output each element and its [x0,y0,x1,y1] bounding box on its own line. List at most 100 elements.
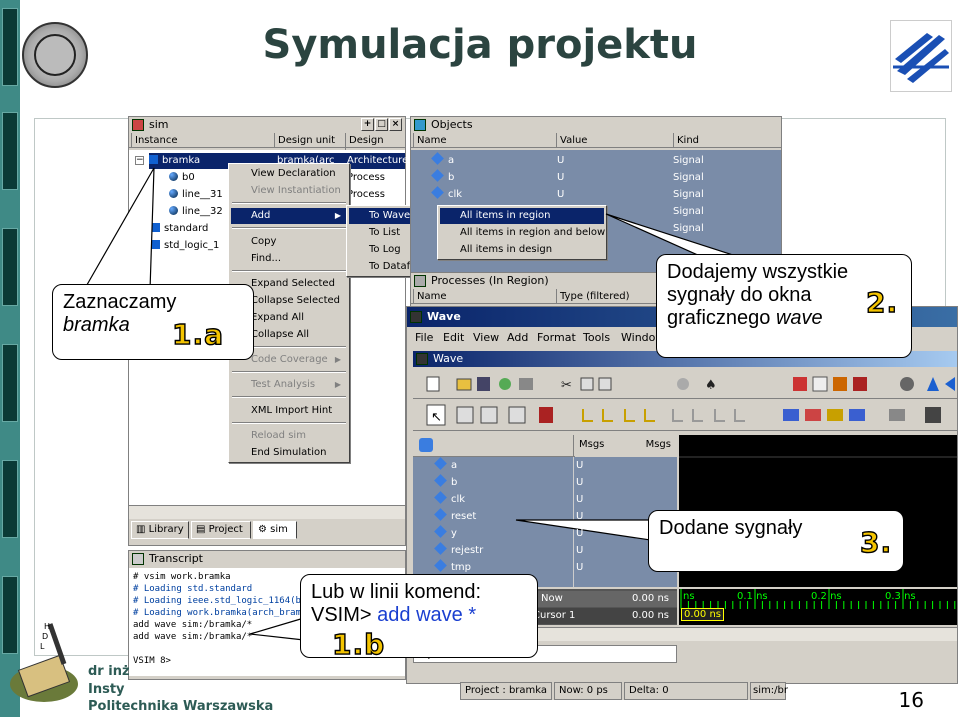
menu-separator [232,202,346,204]
wave-signal-row[interactable]: tmp U [434,559,672,576]
time-tick: 0.1 ns [737,591,768,602]
signal-icon [434,508,447,521]
signal-icon [431,169,444,182]
signal-icon [434,491,447,504]
menu-test-analysis[interactable]: Test Analysis ▶ [231,377,347,393]
sim-title: sim [149,118,169,131]
signal-value: U [576,511,584,522]
step-2-badge: 2. [865,285,899,319]
col-name[interactable]: Name [413,133,555,148]
menu-add[interactable]: Add ▶ [231,208,347,224]
process-icon [169,172,178,181]
step-1b-badge: 1.b [331,627,386,661]
col-value[interactable]: Value [556,133,672,148]
wave-signal-row[interactable]: aU [434,457,672,474]
page-number: 16 [898,688,924,712]
wave-inner-icon [416,353,428,365]
signal-icon [431,152,444,165]
menu-end-simulation[interactable]: End Simulation [231,445,347,461]
signal-value: U [576,545,584,556]
menu-tools[interactable]: Tools [583,328,610,348]
col-name[interactable]: Name [413,289,555,304]
menu-format[interactable]: Format [537,328,576,348]
menu-all-items-in-region[interactable]: All items in region [440,208,604,224]
wave-icon [410,311,422,323]
object-row[interactable]: clk U Signal [431,186,773,203]
menu-view[interactable]: View [473,328,499,348]
processes-icon [414,275,426,287]
signal-menu-icon[interactable] [419,438,433,452]
close-icon[interactable]: × [389,118,402,131]
menu-find[interactable]: Find... [231,251,347,267]
col-design-unit[interactable]: Design unit [274,133,344,148]
menu-reload-sim[interactable]: Reload sim [231,428,347,444]
svg-text:♠: ♠ [705,378,717,393]
signal-value: U [576,460,584,471]
package-icon [151,223,160,232]
step-3-badge: 3. [859,525,893,559]
menu-xml-import-hint[interactable]: XML Import Hint [231,403,347,419]
maximize-icon[interactable]: □ [375,118,388,131]
menu-copy[interactable]: Copy [231,234,347,250]
tree-row-std-logic[interactable]: std_logic_1 [151,238,219,254]
time-tick: 0.2 ns [811,591,842,602]
toolbar-icons[interactable]: ↖ [413,401,957,431]
menu-all-items-in-design[interactable]: All items in design [440,242,604,258]
status-project: Project : bramka [460,682,552,700]
tree-row-line31[interactable]: line__31 Process [169,187,385,203]
wave-signal-row[interactable]: bU [434,474,672,491]
tab-sim[interactable]: ⚙ sim [253,521,297,539]
tab-project[interactable]: ▤ Project [191,521,251,539]
signal-icon [434,457,447,470]
wave-signal-row[interactable]: yU [434,525,672,542]
hdl-logo: H D L [6,622,82,708]
signal-name: y [451,528,457,539]
wave-signal-row[interactable]: clk U [434,491,672,508]
accent-block [2,344,18,422]
slide-accent-bar [0,0,20,717]
now-label: Now [541,593,563,604]
transcript-titlebar[interactable]: Transcript [129,551,405,567]
objects-column-header: Name Value Kind [411,133,781,148]
tree-row-standard[interactable]: standard [151,221,208,237]
signal-name: b [451,477,458,488]
dock-icon[interactable]: + [361,118,374,131]
col-instance[interactable]: Instance [131,133,273,148]
timeline[interactable]: ns 0.1 ns 0.2 ns 0.3 ns 0.00 ns [679,589,957,625]
menu-add-top[interactable]: Add [507,328,528,348]
collapse-toggle-icon[interactable]: − [135,156,144,165]
wave-signal-row[interactable]: reset U [434,508,672,525]
menu-separator [232,422,346,424]
menu-view-declaration[interactable]: View Declaration [231,166,347,182]
wave-signal-row[interactable]: rejestr U [434,542,672,559]
cursor-time-marker[interactable]: 0.00 ns [681,608,724,621]
signal-icon [434,542,447,555]
library-icon: ▥ [136,524,146,535]
sim-titlebar[interactable]: sim + □ × [129,117,405,133]
col-kind[interactable]: Kind [673,133,781,148]
menu-separator [232,396,346,398]
sim-horizontal-scrollbar[interactable] [129,505,405,519]
status-now: Now: 0 ps [554,682,622,700]
menu-all-items-region-below[interactable]: All items in region and below [440,225,605,241]
menu-separator [232,227,346,229]
menu-edit[interactable]: Edit [443,328,464,348]
svg-text:↖: ↖ [431,410,442,425]
menu-file[interactable]: File [415,328,433,348]
tree-row-line32[interactable]: line__32 [169,204,223,220]
tree-row-b0[interactable]: b0 Process [169,170,385,186]
object-row[interactable]: a U Signal [431,152,773,169]
menu-view-instantiation[interactable]: View Instantiation [231,183,347,199]
signal-value: U [576,494,584,505]
sim-icon [132,119,144,131]
toolbar-icons[interactable]: ✂ ♠ [413,371,957,399]
sim-tabs: ▥ Library ▤ Project ⚙ sim [129,519,405,539]
objects-titlebar[interactable]: Objects [411,117,781,133]
tab-library[interactable]: ▥ Library [131,521,189,539]
svg-text:✂: ✂ [561,378,572,393]
accent-block [2,112,18,190]
step-1a-badge: 1.a [171,317,225,351]
signal-header: Msgs [413,435,604,457]
object-row[interactable]: b U Signal [431,169,773,186]
signal-icon [431,186,444,199]
